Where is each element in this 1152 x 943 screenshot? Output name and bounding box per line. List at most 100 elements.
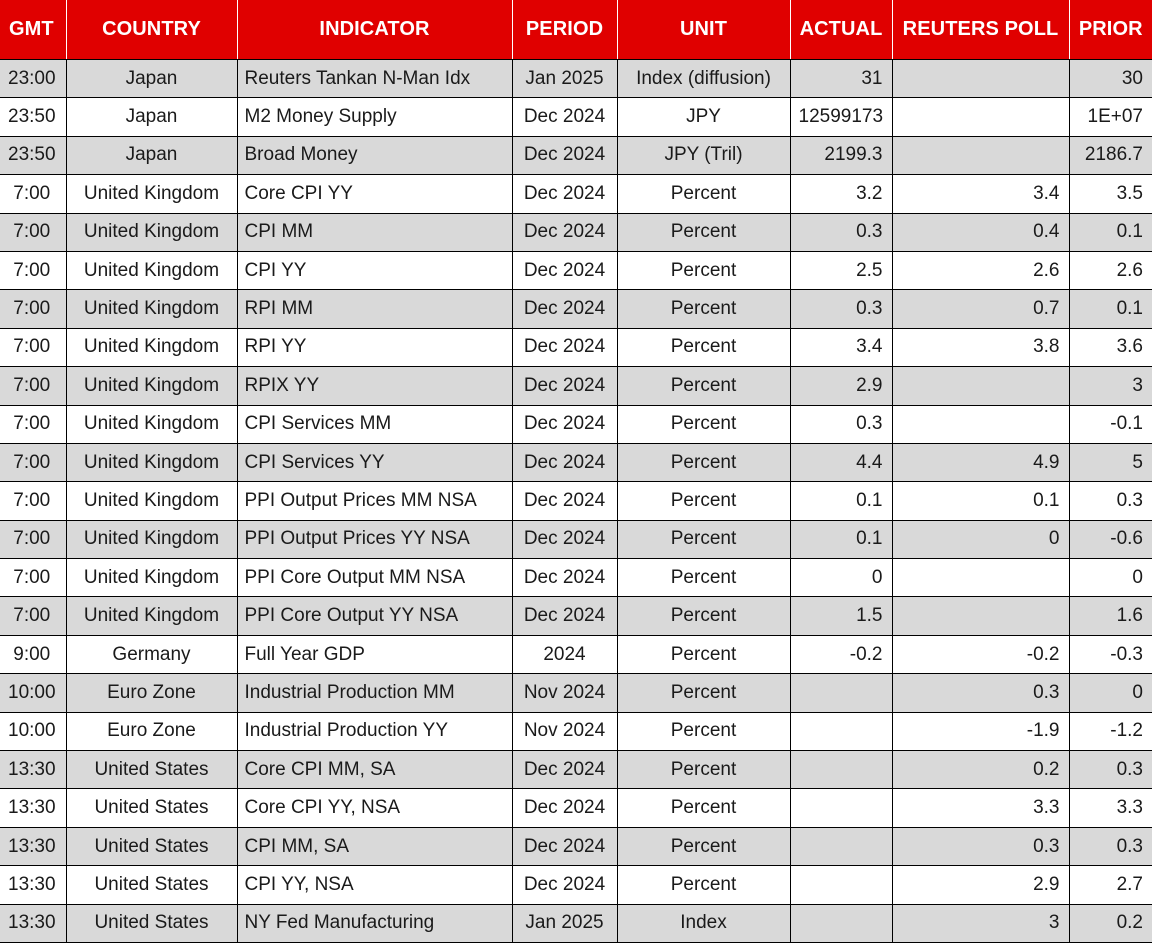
table-row: 7:00 United Kingdom CPI YY Dec 2024 Percent 2… bbox=[0, 251, 1152, 291]
cell-prior: 0.3 bbox=[1069, 750, 1152, 790]
cell-poll bbox=[892, 366, 1070, 406]
cell-unit: Percent bbox=[617, 520, 791, 560]
cell-unit: Percent bbox=[617, 635, 791, 675]
cell-poll: 0.3 bbox=[892, 673, 1070, 713]
cell-actual: 2199.3 bbox=[790, 136, 893, 176]
table-row: 23:00 Japan Reuters Tankan N-Man Idx Jan 20… bbox=[0, 59, 1152, 99]
cell-actual: -0.2 bbox=[790, 635, 893, 675]
cell-gmt: 7:00 bbox=[0, 213, 67, 252]
cell-period: Dec 2024 bbox=[512, 289, 618, 329]
cell-indicator: Core CPI YY bbox=[237, 174, 513, 214]
cell-actual: 0.1 bbox=[790, 520, 893, 560]
cell-prior: 2186.7 bbox=[1069, 136, 1152, 176]
column-header-indicator[interactable]: INDICATOR bbox=[237, 0, 513, 60]
table-row: 10:00 Euro Zone Industrial Production YY No… bbox=[0, 712, 1152, 752]
cell-actual bbox=[790, 788, 893, 828]
cell-period: Dec 2024 bbox=[512, 788, 618, 828]
cell-unit: JPY bbox=[617, 97, 791, 137]
cell-period: Dec 2024 bbox=[512, 827, 618, 867]
cell-prior: 1E+07 bbox=[1069, 97, 1152, 137]
cell-country: United Kingdom bbox=[66, 481, 238, 521]
cell-actual bbox=[790, 904, 893, 943]
cell-unit: Percent bbox=[617, 827, 791, 867]
cell-prior: 0.1 bbox=[1069, 289, 1152, 329]
cell-indicator: Core CPI YY, NSA bbox=[237, 788, 513, 828]
cell-actual: 0.3 bbox=[790, 405, 893, 444]
cell-unit: Percent bbox=[617, 443, 791, 483]
cell-gmt: 13:30 bbox=[0, 788, 67, 828]
column-header-prior[interactable]: PRIOR bbox=[1069, 0, 1152, 60]
cell-prior: 0.1 bbox=[1069, 213, 1152, 252]
table-row: 7:00 United Kingdom PPI Core Output MM NSA… bbox=[0, 558, 1152, 598]
cell-poll: 2.9 bbox=[892, 865, 1070, 905]
cell-actual: 3.4 bbox=[790, 328, 893, 368]
cell-poll: -1.9 bbox=[892, 712, 1070, 752]
table-row: 23:50 Japan M2 Money Supply Dec 2024 JPY 1259… bbox=[0, 97, 1152, 137]
cell-poll bbox=[892, 136, 1070, 176]
cell-poll: 4.9 bbox=[892, 443, 1070, 483]
cell-indicator: CPI MM bbox=[237, 213, 513, 252]
cell-gmt: 7:00 bbox=[0, 558, 67, 598]
cell-prior: 3.5 bbox=[1069, 174, 1152, 214]
cell-country: United Kingdom bbox=[66, 443, 238, 483]
column-header-actual[interactable]: ACTUAL bbox=[790, 0, 893, 60]
cell-gmt: 13:30 bbox=[0, 827, 67, 867]
cell-period: Dec 2024 bbox=[512, 750, 618, 790]
cell-period: Dec 2024 bbox=[512, 251, 618, 291]
cell-indicator: RPIX YY bbox=[237, 366, 513, 406]
table-row: 23:50 Japan Broad Money Dec 2024 JPY (Tril) 2… bbox=[0, 136, 1152, 176]
cell-unit: Percent bbox=[617, 750, 791, 790]
table-row: 7:00 United Kingdom CPI MM Dec 2024 Percent 0… bbox=[0, 213, 1152, 252]
cell-actual: 0.3 bbox=[790, 289, 893, 329]
cell-unit: Percent bbox=[617, 213, 791, 252]
cell-gmt: 13:30 bbox=[0, 904, 67, 943]
table-row: 7:00 United Kingdom Core CPI YY Dec 2024 Per… bbox=[0, 174, 1152, 214]
cell-gmt: 7:00 bbox=[0, 520, 67, 560]
cell-period: Dec 2024 bbox=[512, 405, 618, 444]
cell-indicator: CPI YY, NSA bbox=[237, 865, 513, 905]
cell-country: Japan bbox=[66, 136, 238, 176]
cell-unit: Percent bbox=[617, 481, 791, 521]
cell-prior: -0.3 bbox=[1069, 635, 1152, 675]
cell-period: Dec 2024 bbox=[512, 136, 618, 176]
cell-prior: 0.3 bbox=[1069, 827, 1152, 867]
cell-gmt: 7:00 bbox=[0, 174, 67, 214]
cell-country: United Kingdom bbox=[66, 289, 238, 329]
cell-country: United States bbox=[66, 750, 238, 790]
cell-indicator: CPI Services MM bbox=[237, 405, 513, 444]
cell-period: Dec 2024 bbox=[512, 97, 618, 137]
cell-poll: 0.3 bbox=[892, 827, 1070, 867]
cell-actual: 1.5 bbox=[790, 596, 893, 636]
cell-actual: 4.4 bbox=[790, 443, 893, 483]
column-header-gmt[interactable]: GMT bbox=[0, 0, 67, 60]
cell-prior: 2.6 bbox=[1069, 251, 1152, 291]
column-header-period[interactable]: PERIOD bbox=[512, 0, 618, 60]
cell-actual: 0.1 bbox=[790, 481, 893, 521]
column-header-unit[interactable]: UNIT bbox=[617, 0, 791, 60]
cell-poll: 2.6 bbox=[892, 251, 1070, 291]
cell-indicator: M2 Money Supply bbox=[237, 97, 513, 137]
cell-gmt: 7:00 bbox=[0, 251, 67, 291]
cell-actual: 0 bbox=[790, 558, 893, 598]
cell-prior: 0.3 bbox=[1069, 481, 1152, 521]
cell-unit: Index (diffusion) bbox=[617, 59, 791, 99]
cell-prior: 3.6 bbox=[1069, 328, 1152, 368]
header-row: GMT COUNTRY INDICATOR PERIOD UNIT ACTUAL… bbox=[0, 0, 1152, 60]
cell-period: Dec 2024 bbox=[512, 520, 618, 560]
cell-prior: 1.6 bbox=[1069, 596, 1152, 636]
cell-gmt: 7:00 bbox=[0, 289, 67, 329]
cell-country: United Kingdom bbox=[66, 558, 238, 598]
column-header-poll[interactable]: REUTERS POLL bbox=[892, 0, 1070, 60]
cell-gmt: 23:50 bbox=[0, 136, 67, 176]
cell-indicator: PPI Output Prices MM NSA bbox=[237, 481, 513, 521]
table-row: 9:00 Germany Full Year GDP 2024 Percent -0.2-… bbox=[0, 635, 1152, 675]
cell-period: Dec 2024 bbox=[512, 328, 618, 368]
cell-gmt: 23:00 bbox=[0, 59, 67, 99]
cell-prior: 3 bbox=[1069, 366, 1152, 406]
cell-prior: 0 bbox=[1069, 673, 1152, 713]
cell-country: United Kingdom bbox=[66, 174, 238, 214]
economic-calendar-table: GMT COUNTRY INDICATOR PERIOD UNIT ACTUAL… bbox=[0, 0, 1152, 943]
cell-country: United Kingdom bbox=[66, 405, 238, 444]
cell-country: United Kingdom bbox=[66, 213, 238, 252]
column-header-country[interactable]: COUNTRY bbox=[66, 0, 238, 60]
